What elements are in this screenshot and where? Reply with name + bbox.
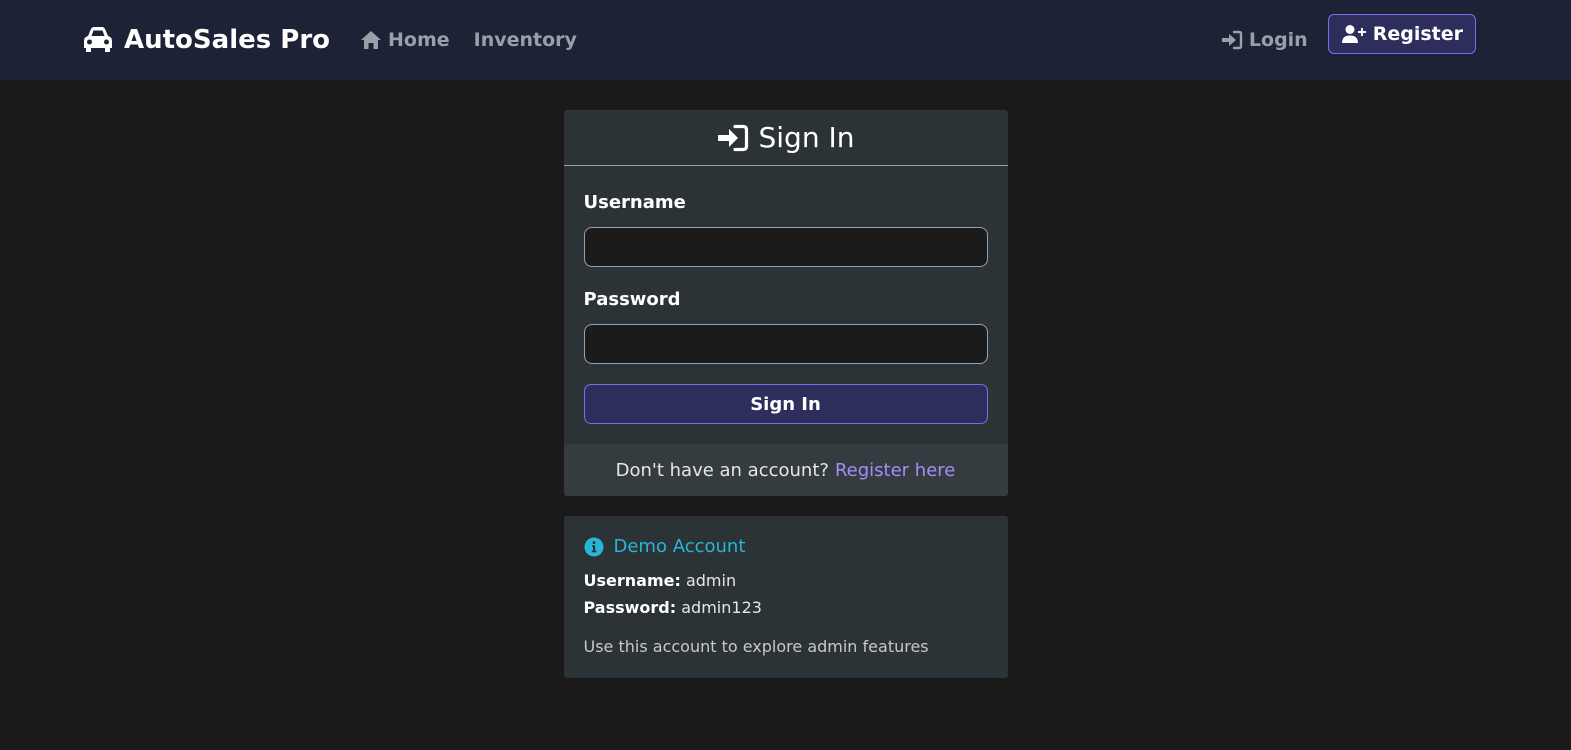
- navbar: AutoSales Pro Home Inventory Login Regis…: [0, 0, 1571, 80]
- register-link[interactable]: Register here: [835, 460, 955, 481]
- password-field-group: Password: [583, 289, 988, 364]
- demo-note: Use this account to explore admin featur…: [583, 637, 929, 656]
- signin-header: Sign In: [563, 110, 1008, 166]
- signin-button[interactable]: Sign In: [583, 384, 988, 424]
- main-content: Sign In Username Password Sign In Don't …: [0, 80, 1571, 678]
- register-button-label: Register: [1372, 23, 1463, 45]
- info-circle-icon: [584, 537, 603, 556]
- nav-login[interactable]: Login: [1221, 29, 1308, 51]
- brand[interactable]: AutoSales Pro: [82, 25, 330, 55]
- demo-username-value: admin: [685, 571, 737, 590]
- nav-home[interactable]: Home: [360, 29, 450, 51]
- nav-inventory[interactable]: Inventory: [474, 29, 577, 51]
- sign-in-icon: [1221, 30, 1243, 50]
- username-label: Username: [583, 192, 686, 213]
- demo-account-card: Demo Account Username: admin Password: a…: [563, 516, 1008, 678]
- nav-left: Home Inventory: [360, 29, 577, 51]
- signin-title: Sign In: [758, 121, 855, 154]
- nav-right: Login Register: [1221, 14, 1476, 54]
- demo-title-text: Demo Account: [613, 536, 746, 557]
- signin-card: Sign In Username Password Sign In Don't …: [563, 110, 1008, 496]
- car-icon: [84, 27, 112, 52]
- user-plus-icon: [1341, 25, 1366, 43]
- register-button[interactable]: Register: [1327, 14, 1476, 54]
- demo-password: Password: admin123: [584, 598, 988, 617]
- home-icon: [361, 31, 382, 49]
- nav-home-label: Home: [388, 29, 450, 51]
- nav-login-label: Login: [1248, 29, 1308, 51]
- signin-footer: Don't have an account? Register here: [563, 444, 1008, 496]
- demo-password-label: Password:: [583, 598, 677, 617]
- demo-title: Demo Account: [584, 536, 988, 557]
- demo-username-label: Username:: [583, 571, 681, 590]
- demo-username: Username: admin: [584, 571, 988, 590]
- username-input[interactable]: [583, 227, 988, 267]
- password-label: Password: [583, 289, 681, 310]
- username-field-group: Username: [583, 192, 988, 267]
- sign-in-icon: [717, 124, 748, 151]
- footer-text: Don't have an account?: [615, 459, 829, 481]
- brand-name: AutoSales Pro: [124, 25, 331, 55]
- demo-password-value: admin123: [681, 598, 762, 617]
- nav-inventory-label: Inventory: [473, 29, 577, 51]
- signin-form: Username Password Sign In: [564, 166, 1008, 444]
- password-input[interactable]: [583, 324, 988, 364]
